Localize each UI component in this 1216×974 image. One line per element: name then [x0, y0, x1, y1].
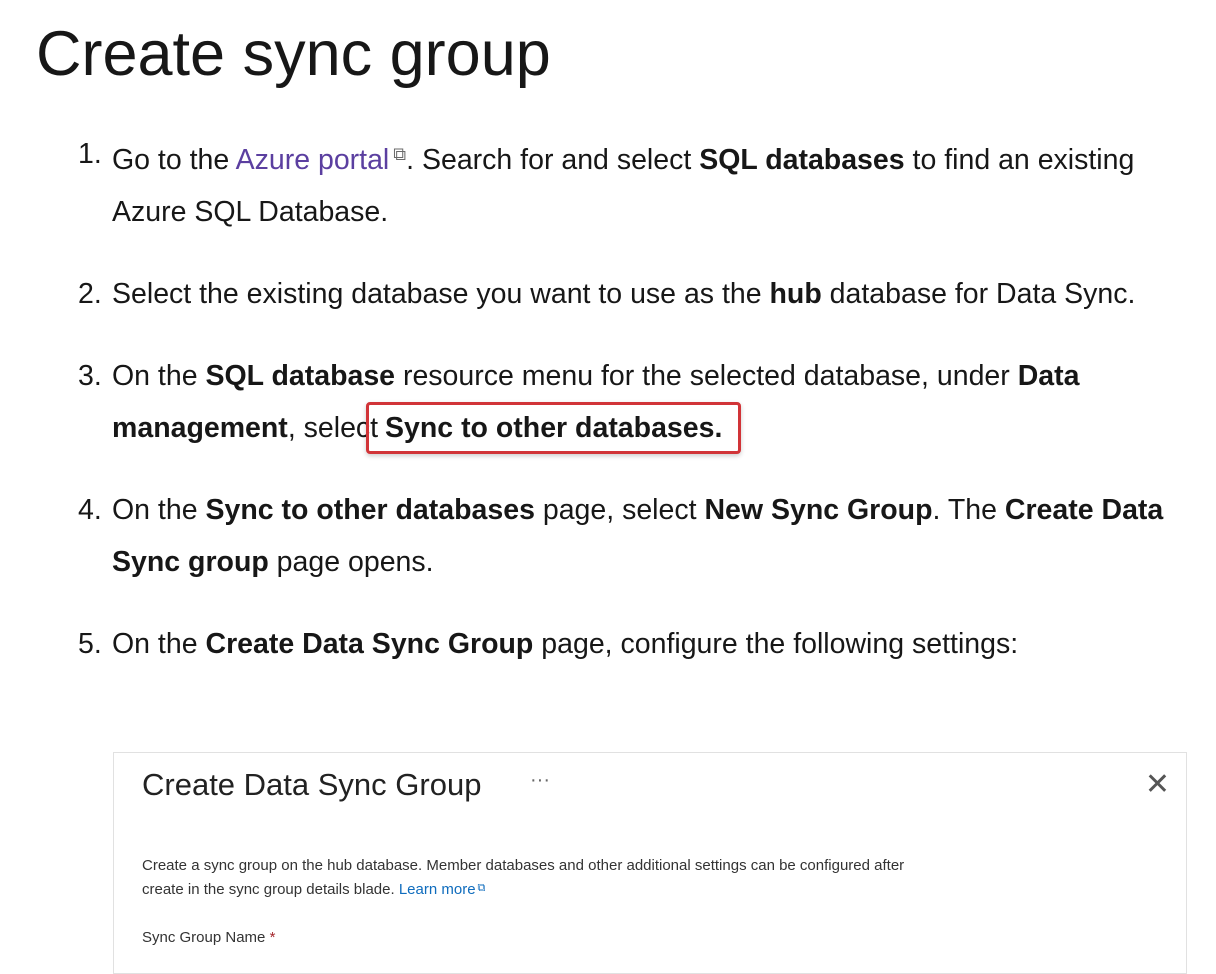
- step-text: . The: [932, 494, 1005, 526]
- learn-more-link[interactable]: Learn more: [399, 881, 476, 898]
- step-2: 2. Select the existing database you want…: [0, 268, 1200, 320]
- step-number: 3.: [78, 360, 102, 392]
- step-bold: Create Data Sync Group: [205, 628, 534, 660]
- azure-portal-link[interactable]: Azure portal: [236, 144, 390, 176]
- sync-group-name-label: Sync Group Name *: [142, 929, 275, 946]
- create-data-sync-group-panel: Create Data Sync Group ··· ✕ Create a sy…: [113, 752, 1187, 974]
- step-bold: New Sync Group: [704, 494, 933, 526]
- panel-description: Create a sync group on the hub database.…: [142, 854, 942, 901]
- step-number: 2.: [78, 278, 102, 310]
- step-bold: Sync to other databases: [205, 494, 535, 526]
- field-label-text: Sync Group Name: [142, 929, 266, 946]
- step-text: page, configure the following settings:: [533, 628, 1019, 660]
- step-text: database for Data Sync.: [821, 278, 1136, 310]
- step-text: Select the existing database you want to…: [112, 278, 770, 310]
- step-text: . Search for and select: [406, 144, 700, 176]
- external-link-icon: ⧉: [477, 882, 486, 894]
- step-1: 1. Go to the Azure portal ⧉. Search for a…: [0, 128, 1200, 238]
- page-title: Create sync group: [36, 19, 551, 89]
- step-number: 4.: [78, 494, 102, 526]
- step-number: 5.: [78, 628, 102, 660]
- steps-list: 1. Go to the Azure portal ⧉. Search for a…: [0, 128, 1200, 700]
- close-icon[interactable]: ✕: [1145, 767, 1170, 802]
- step-text: On the: [112, 494, 206, 526]
- step-text: resource menu for the selected database,…: [395, 360, 1018, 392]
- step-bold: SQL databases: [699, 144, 905, 176]
- step-text: On the: [112, 628, 206, 660]
- step-bold: SQL database: [205, 360, 396, 392]
- step-3: 3. On the SQL database resource menu for…: [0, 350, 1200, 454]
- panel-title: Create Data Sync Group: [142, 767, 482, 802]
- more-options-icon[interactable]: ···: [530, 769, 550, 792]
- panel-description-text: Create a sync group on the hub database.…: [142, 857, 905, 898]
- step-text: On the: [112, 360, 206, 392]
- step-5: 5. On the Create Data Sync Group page, c…: [0, 618, 1200, 670]
- highlighted-sync-option: Sync to other databases.: [366, 402, 742, 454]
- required-mark: *: [269, 929, 276, 946]
- step-4: 4. On the Sync to other databases page, …: [0, 484, 1200, 588]
- step-number: 1.: [78, 138, 102, 170]
- step-text: page, select: [534, 494, 705, 526]
- external-link-icon: ⧉: [393, 144, 407, 164]
- step-text: Go to the: [112, 144, 236, 176]
- step-text: page opens.: [268, 546, 434, 578]
- step-bold: hub: [769, 278, 822, 310]
